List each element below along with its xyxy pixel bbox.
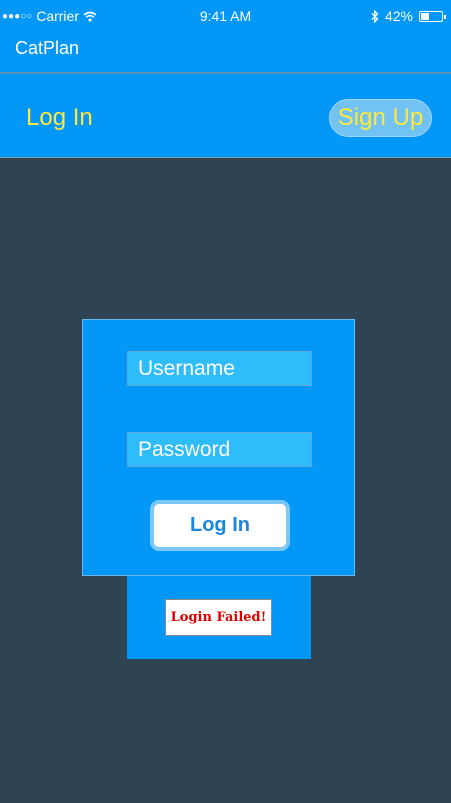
- login-button[interactable]: Log In: [150, 500, 290, 551]
- error-panel: Login Failed!: [127, 576, 311, 659]
- status-bar: ●●●○○ Carrier 9:41 AM 42%: [0, 0, 451, 34]
- bluetooth-icon: [371, 9, 379, 23]
- app-bar: CatPlan: [0, 34, 451, 74]
- tab-login[interactable]: Log In: [26, 104, 93, 132]
- app-title: CatPlan: [15, 38, 80, 58]
- password-input[interactable]: [127, 432, 312, 467]
- login-form: Log In: [82, 319, 355, 576]
- battery-level: [421, 12, 429, 20]
- battery-percent: 42%: [384, 8, 413, 24]
- tab-signup[interactable]: Sign Up: [329, 99, 432, 137]
- status-right: 42%: [371, 8, 446, 24]
- login-failed-message: Login Failed!: [165, 599, 272, 636]
- auth-tab-bar: Log In Sign Up: [0, 74, 451, 158]
- username-input[interactable]: [127, 351, 312, 386]
- battery-icon: [419, 10, 446, 22]
